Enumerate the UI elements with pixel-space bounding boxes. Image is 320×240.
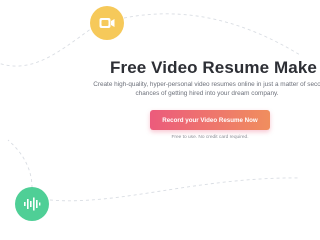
hero-description-line-1: Create high-quality, hyper-personal vide…: [93, 81, 320, 88]
video-camera-badge: [90, 6, 124, 40]
free-note: Free to use. No credit card required.: [171, 135, 249, 140]
audio-wave-badge: [15, 187, 49, 221]
page-title: Free Video Resume Make: [110, 58, 317, 77]
record-video-resume-button[interactable]: Record your Video Resume Now: [150, 110, 270, 130]
video-camera-icon: [99, 18, 115, 28]
hero-description: Create high-quality, hyper-personal vide…: [82, 81, 320, 98]
audio-wave-icon: [24, 197, 41, 211]
hero-description-line-2: chances of getting hired into your dream…: [135, 89, 279, 97]
